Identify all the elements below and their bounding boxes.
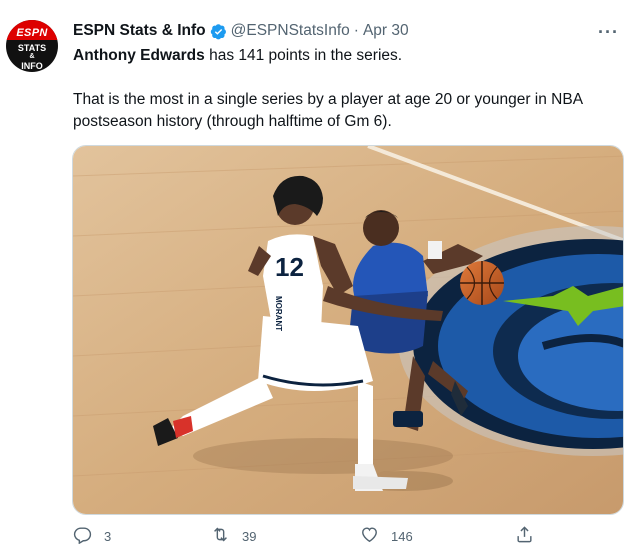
verified-badge-icon (210, 23, 227, 40)
like-button[interactable]: 146 (360, 525, 413, 547)
tweet-media-photo[interactable]: 12 MORANT (72, 145, 624, 515)
share-icon (515, 525, 534, 547)
jersey-name: MORANT (274, 296, 283, 331)
retweet-button[interactable]: 39 (211, 525, 256, 547)
author-handle[interactable]: @ESPNStatsInfo (231, 22, 350, 40)
avatar[interactable]: ESPN STATS & INFO (6, 20, 58, 72)
like-count: 146 (391, 528, 413, 544)
avatar-stats-text: STATS (17, 43, 47, 53)
avatar-info-text: INFO (21, 61, 43, 71)
avatar-amp-text: & (29, 53, 35, 60)
avatar-espn-band: ESPN (6, 20, 58, 40)
avatar-espn-text: ESPN (16, 27, 48, 39)
retweet-icon (211, 525, 230, 547)
separator-dot: · (353, 22, 359, 39)
action-bar: 3 39 146 (0, 525, 641, 551)
tweet-text-line1: Anthony Edwards has 141 points in the se… (73, 45, 628, 67)
jersey-number: 12 (275, 252, 304, 282)
reply-button[interactable]: 3 (73, 525, 111, 547)
tweet-text-rest: has 141 points in the series. (204, 47, 403, 64)
reply-count: 3 (104, 528, 112, 544)
tweet-header: ESPN Stats & Info @ESPNStatsInfo · Apr 3… (73, 22, 409, 40)
basketball (460, 261, 504, 305)
tweet-text-bold: Anthony Edwards (73, 47, 205, 64)
more-icon[interactable]: ··· (598, 22, 619, 43)
tweet-date[interactable]: Apr 30 (363, 22, 409, 40)
share-button[interactable] (515, 525, 534, 547)
author-name[interactable]: ESPN Stats & Info (73, 22, 206, 40)
retweet-count: 39 (242, 528, 257, 544)
tweet-card[interactable]: ESPN STATS & INFO ESPN Stats & Info @ESP… (0, 0, 641, 553)
like-icon (360, 525, 379, 547)
tweet-text-line2: That is the most in a single series by a… (73, 91, 583, 130)
reply-icon (73, 525, 92, 547)
